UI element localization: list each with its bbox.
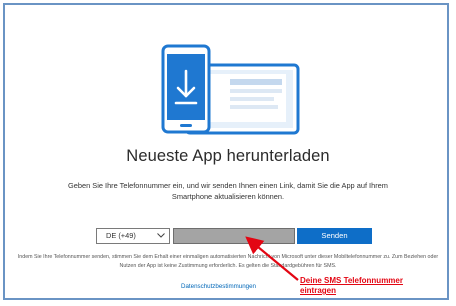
country-code-select[interactable]: DE (+49): [96, 228, 170, 244]
page-title: Neueste App herunterladen: [126, 147, 330, 165]
send-button[interactable]: Senden: [297, 228, 372, 244]
annotation-label: Deine SMS Telefonnummer eintragen: [300, 276, 403, 296]
privacy-link[interactable]: Datenschutzbestimmungen: [181, 283, 256, 290]
chevron-down-icon: [157, 233, 165, 238]
device-illustration: [161, 44, 300, 135]
country-code-value: DE (+49): [106, 231, 136, 240]
description-text: Geben Sie Ihre Telefonnummer ein, und wi…: [68, 181, 388, 201]
legal-consent-text: Indem Sie Ihre Telefonnummer senden, sti…: [17, 254, 439, 269]
annotation-line-1: Deine SMS Telefonnummer: [300, 276, 403, 285]
phone-number-input[interactable]: [173, 228, 295, 244]
annotation-line-2: eintragen: [300, 286, 337, 295]
